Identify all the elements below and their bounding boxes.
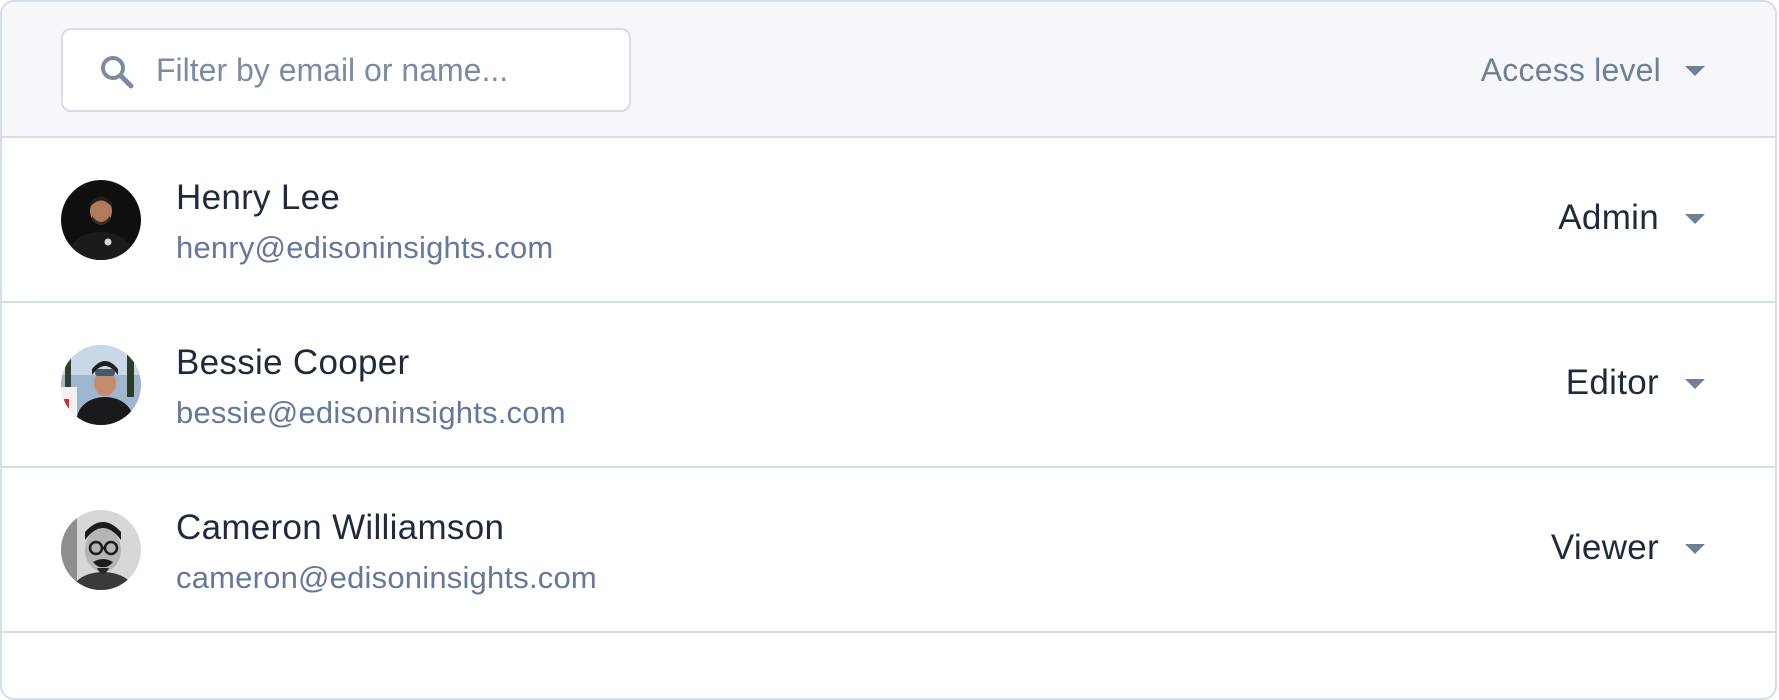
search-input[interactable] — [156, 30, 616, 110]
user-email: cameron@edisoninsights.com — [176, 560, 597, 595]
role-select[interactable]: Admin — [1558, 188, 1705, 248]
avatar — [61, 345, 141, 425]
access-level-filter[interactable]: Access level — [1481, 42, 1705, 98]
user-row: Cameron Williamson cameron@edisoninsight… — [2, 468, 1775, 633]
role-label: Admin — [1558, 198, 1659, 237]
access-level-filter-label: Access level — [1480, 51, 1661, 88]
search-icon — [101, 56, 134, 89]
role-label: Viewer — [1550, 528, 1659, 567]
user-row: Bessie Cooper bessie@edisoninsights.com … — [2, 303, 1775, 468]
search-box[interactable] — [61, 28, 631, 112]
user-access-panel: Access level Henry Lee henry@edisoninsig… — [0, 0, 1777, 700]
chevron-down-icon — [1685, 544, 1705, 554]
user-name: Bessie Cooper — [176, 343, 410, 382]
avatar — [61, 180, 141, 260]
role-select[interactable]: Editor — [1566, 353, 1705, 413]
user-row: Henry Lee henry@edisoninsights.com Admin — [2, 138, 1775, 303]
chevron-down-icon — [1685, 214, 1705, 224]
role-label: Editor — [1565, 363, 1659, 402]
avatar — [61, 510, 141, 590]
user-name: Henry Lee — [176, 178, 341, 217]
filter-toolbar: Access level — [2, 2, 1775, 138]
user-name: Cameron Williamson — [176, 508, 505, 547]
chevron-down-icon — [1685, 66, 1705, 76]
role-select[interactable]: Viewer — [1551, 518, 1705, 578]
user-email: bessie@edisoninsights.com — [176, 395, 566, 430]
chevron-down-icon — [1685, 379, 1705, 389]
user-email: henry@edisoninsights.com — [176, 230, 554, 265]
